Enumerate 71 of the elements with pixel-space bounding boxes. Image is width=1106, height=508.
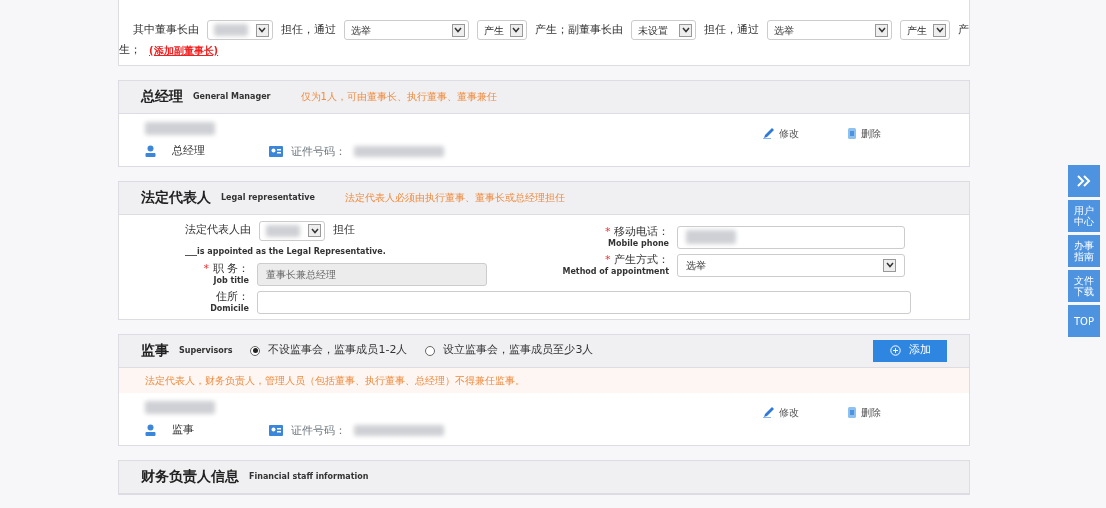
form-text: 其中董事长由 (133, 21, 199, 38)
add-button[interactable]: 添加 (873, 339, 947, 362)
section-subtitle: Supervisors (179, 344, 233, 357)
dropdown[interactable]: 产生 (476, 20, 527, 40)
domicile-field[interactable] (257, 290, 911, 314)
dropdown[interactable]: 未设置 (630, 20, 697, 40)
id-card-icon (269, 425, 283, 437)
field-label: * 职 务： Job title (202, 263, 249, 285)
edit-link[interactable]: 修改 (763, 404, 799, 420)
plus-circle-icon (889, 345, 901, 356)
trash-icon (847, 406, 857, 418)
representative-dropdown[interactable] (259, 220, 325, 241)
section-title: 监事 (141, 341, 169, 360)
caret-icon (308, 224, 321, 237)
section-title: 法定代表人 (141, 188, 211, 207)
caret-icon (875, 23, 889, 37)
blurred-text (145, 121, 215, 135)
edit-link[interactable]: 修改 (763, 125, 799, 141)
double-chevron-icon (1076, 174, 1092, 188)
id-label: 证件号码： (291, 143, 346, 160)
section-title: 财务负责人信息 (141, 467, 239, 486)
caret-icon (451, 23, 465, 37)
delete-link[interactable]: 删除 (847, 404, 881, 420)
form-text: 担任，通过 (704, 21, 760, 38)
radio-label[interactable]: 设立监事会，监事成员至少3人 (443, 342, 594, 359)
caret-icon (933, 23, 946, 37)
person-icon (145, 423, 156, 436)
add-vice-chair-link[interactable]: (添加副董事长) (149, 42, 219, 58)
form-text: 生； (119, 42, 141, 58)
delete-link[interactable]: 删除 (847, 125, 881, 141)
role-text: 监事 (172, 421, 194, 438)
field-label: * 移动电话： Mobile phone (604, 226, 669, 248)
form-label: 担任 (333, 222, 355, 239)
id-card-icon (269, 146, 283, 158)
dropdown[interactable]: 选举 (767, 20, 893, 40)
field-label: * 产生方式： Method of appointment (561, 254, 669, 276)
dropdown[interactable]: 产生 (900, 20, 950, 40)
expand-button[interactable] (1068, 165, 1100, 197)
radio-label[interactable]: 不设监事会，监事成员1-2人 (268, 342, 408, 359)
caret-icon (255, 23, 269, 37)
id-label: 证件号码： (291, 422, 346, 439)
trash-icon (847, 127, 857, 139)
section-subtitle: General Manager (193, 90, 271, 103)
dropdown[interactable]: 选举 (343, 20, 469, 40)
pen-icon (763, 406, 775, 418)
appointment-method-dropdown[interactable]: 选举 (677, 253, 905, 277)
section-subtitle: Financial staff information (249, 470, 369, 483)
form-text: 担任，通过 (280, 21, 336, 38)
form-label: 法定代表人由 (185, 222, 251, 239)
warning-note: 法定代表人，财务负责人，管理人员（包括董事、执行董事、总经理）不得兼任监事。 (119, 367, 969, 393)
caret-icon (679, 23, 693, 37)
mobile-phone-field[interactable] (677, 225, 905, 249)
form-text: 产生；副董事长由 (534, 21, 623, 38)
caret-icon (509, 23, 523, 37)
person-icon (145, 144, 156, 157)
section-subtitle: Legal representative (221, 191, 315, 204)
blurred-text (145, 400, 215, 414)
pen-icon (763, 127, 775, 139)
blurred-text (686, 230, 736, 244)
caret-icon (883, 258, 896, 272)
section-title: 总经理 (141, 87, 183, 106)
field-label: 住所： Domicile (209, 291, 249, 313)
role-text: 总经理 (172, 142, 205, 159)
form-text: 产 (958, 21, 969, 38)
appointment-note: ___is appointed as the Legal Representative. (184, 245, 387, 258)
radio-button[interactable] (250, 345, 261, 356)
radio-button[interactable] (425, 345, 436, 356)
section-note: 仅为1人，可由董事长、执行董事、董事兼任 (300, 90, 497, 104)
dropdown[interactable] (207, 20, 273, 40)
section-note: 法定代表人必须由执行董事、董事长或总经理担任 (344, 191, 565, 205)
job-title-field[interactable]: 董事长兼总经理 (257, 262, 487, 286)
